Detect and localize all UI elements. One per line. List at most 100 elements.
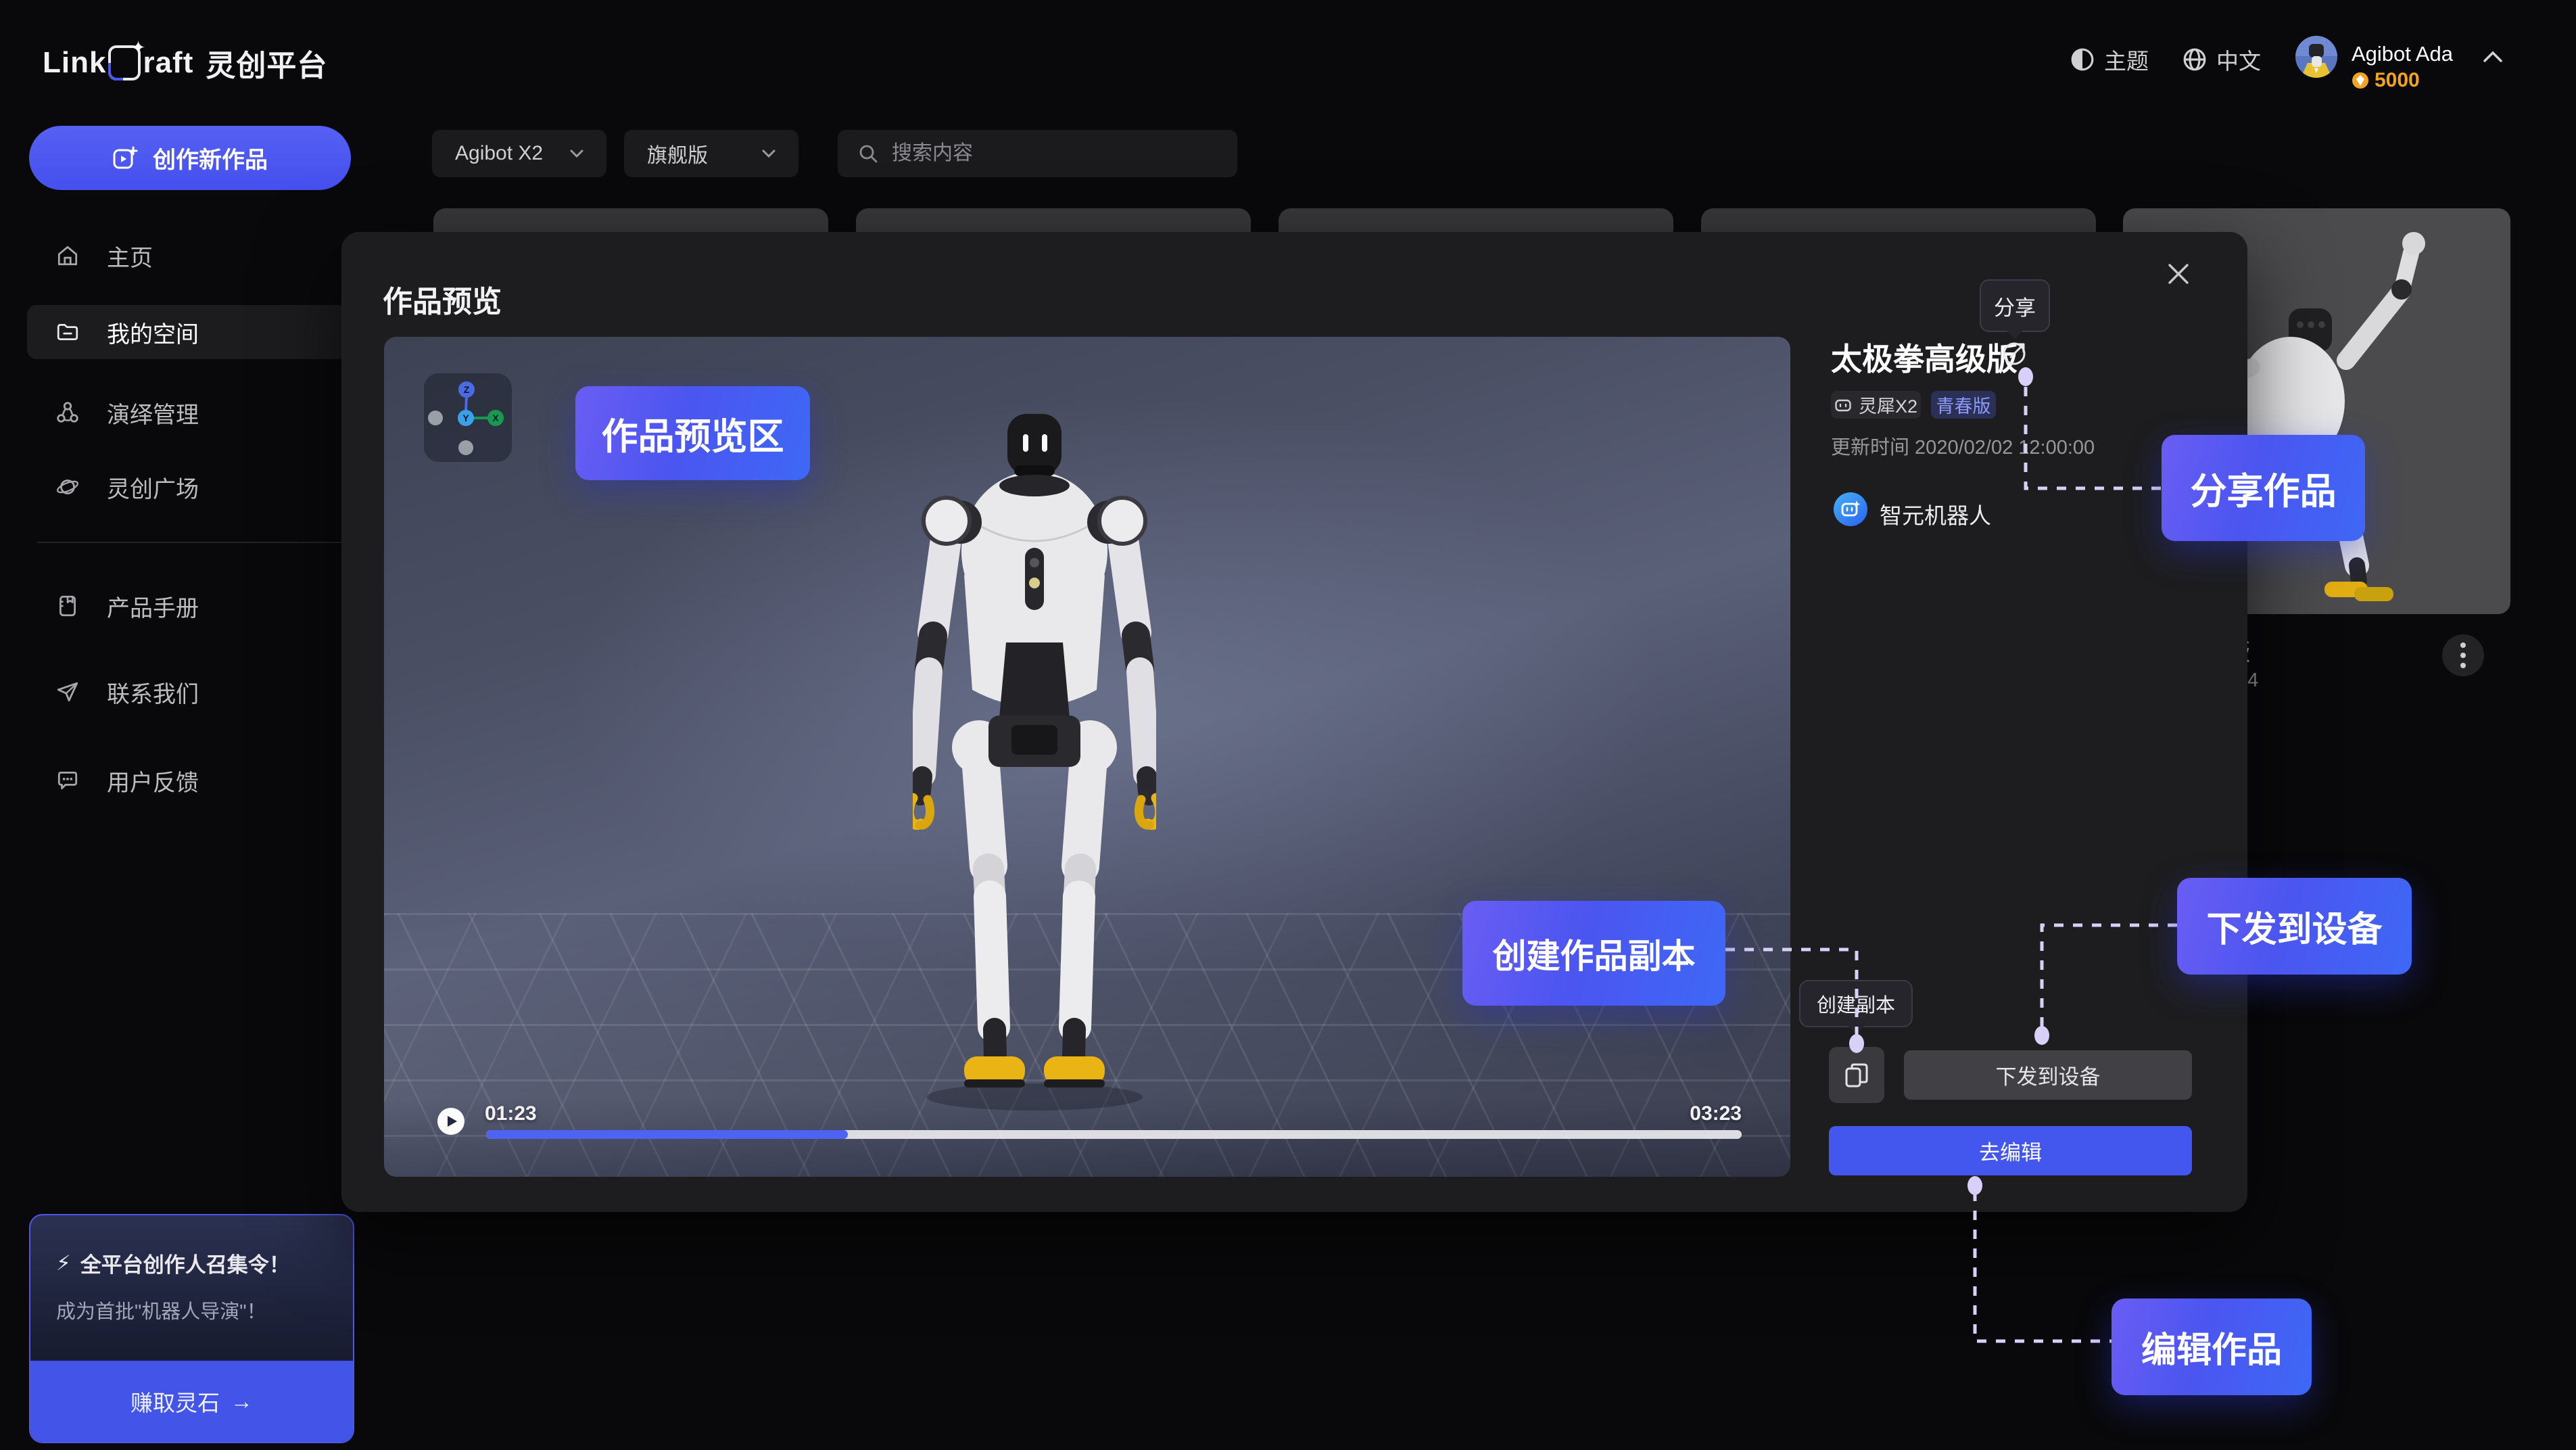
model-dropdown[interactable]: Agibot X2 xyxy=(432,130,606,177)
author-logo-icon xyxy=(1839,498,1862,521)
logo-text-link: Link xyxy=(43,46,106,80)
share-button[interactable] xyxy=(2001,338,2030,367)
coin-icon xyxy=(2352,72,2369,89)
chevron-up-icon[interactable] xyxy=(2483,50,2503,64)
create-new-work-button[interactable]: 创作新作品 xyxy=(29,126,351,190)
copy-icon xyxy=(1844,1062,1869,1089)
sidebar-item-plaza[interactable]: 灵创广场 xyxy=(27,460,348,514)
promo-subtitle: 成为首批"机器人导演"！ xyxy=(56,1296,353,1324)
sidebar-item-manual[interactable]: 产品手册 xyxy=(27,579,348,633)
author-name: 智元机器人 xyxy=(1880,498,1991,530)
avatar-robot-image xyxy=(2295,36,2337,78)
annotation-share-work: 分享作品 xyxy=(2162,435,2365,541)
promo-title: 全平台创作人召集令！ xyxy=(80,1248,290,1278)
promo-card: ⚡ 全平台创作人召集令！ 成为首批"机器人导演"！ 赚取灵石 → xyxy=(29,1214,354,1443)
create-copy-tooltip: 创建副本 xyxy=(1799,980,1913,1027)
chevron-down-icon xyxy=(570,149,583,158)
sidebar-item-contact[interactable]: 联系我们 xyxy=(27,665,348,719)
search-icon xyxy=(858,143,878,164)
create-video-icon xyxy=(112,145,138,171)
search-input[interactable] xyxy=(890,141,1191,166)
model-dropdown-value: Agibot X2 xyxy=(455,142,543,165)
chat-feedback-icon xyxy=(55,768,80,793)
robot-face-icon xyxy=(1834,396,1852,414)
svg-text:X: X xyxy=(492,413,499,423)
version-badge: 青春版 xyxy=(1931,391,1996,419)
earn-gems-label: 赚取灵石 xyxy=(130,1385,220,1418)
language-switch[interactable]: 中文 xyxy=(2183,45,2261,74)
go-edit-button[interactable]: 去编辑 xyxy=(1829,1126,2192,1175)
sidebar-item-my-space[interactable]: 我的空间 xyxy=(27,305,348,359)
user-avatar[interactable] xyxy=(2295,36,2337,78)
progress-fill xyxy=(486,1130,848,1139)
language-label: 中文 xyxy=(2216,43,2261,76)
nodes-icon xyxy=(55,400,80,425)
share-icon xyxy=(2001,338,2030,367)
axis-gizmo[interactable]: Z Y X xyxy=(424,373,512,462)
user-name: Agibot Ada xyxy=(2352,42,2453,66)
logo-robot-face-icon xyxy=(108,45,141,80)
credits-balance: 5000 xyxy=(2352,69,2420,92)
updated-time: 更新时间 2020/02/02 12:00:00 xyxy=(1831,431,2095,460)
sidebar-item-label: 演绎管理 xyxy=(107,396,199,429)
kebab-icon xyxy=(2460,641,2466,670)
annotation-preview-area: 作品预览区 xyxy=(575,386,810,480)
theme-toggle[interactable]: 主题 xyxy=(2070,45,2149,74)
app-logo: Link raft 灵创平台 xyxy=(43,39,327,87)
promo-title-row: ⚡ 全平台创作人召集令！ xyxy=(56,1248,353,1278)
deploy-to-device-button[interactable]: 下发到设备 xyxy=(1904,1050,2192,1100)
annotation-create-copy: 创建作品副本 xyxy=(1462,901,1725,1006)
sidebar-item-label: 用户反馈 xyxy=(107,764,199,797)
author-avatar[interactable] xyxy=(1834,492,1867,526)
current-time: 01:23 xyxy=(485,1102,537,1125)
deploy-button-label: 下发到设备 xyxy=(1996,1060,2101,1090)
sidebar-item-label: 我的空间 xyxy=(107,316,199,349)
play-icon xyxy=(447,1115,458,1127)
sidebar-divider xyxy=(37,542,348,543)
sidebar-item-label: 产品手册 xyxy=(107,590,199,623)
progress-bar[interactable] xyxy=(486,1130,1742,1139)
card-more-menu-button[interactable] xyxy=(2442,634,2484,676)
logo-text-cn: 灵创平台 xyxy=(206,41,327,85)
theme-contrast-icon xyxy=(2070,47,2095,72)
globe-icon xyxy=(2183,47,2207,72)
home-icon xyxy=(55,243,80,268)
total-time: 03:23 xyxy=(1661,1102,1742,1125)
model-badge-label: 灵犀X2 xyxy=(1859,392,1917,418)
model-badge: 灵犀X2 xyxy=(1831,391,1921,419)
sidebar-item-feedback[interactable]: 用户反馈 xyxy=(27,753,348,808)
planet-icon xyxy=(55,475,80,499)
search-field xyxy=(838,130,1237,177)
sidebar-item-label: 主页 xyxy=(107,239,153,273)
create-new-work-label: 创作新作品 xyxy=(153,141,268,174)
theme-label: 主题 xyxy=(2104,43,2149,76)
svg-text:Y: Y xyxy=(462,413,469,423)
create-copy-button[interactable] xyxy=(1829,1047,1884,1103)
sidebar-item-home[interactable]: 主页 xyxy=(27,229,348,283)
folder-icon xyxy=(55,320,80,344)
modal-close-button[interactable] xyxy=(2161,256,2196,291)
go-edit-label: 去编辑 xyxy=(1979,1136,2042,1166)
sidebar-item-label: 灵创广场 xyxy=(107,471,199,504)
play-button[interactable] xyxy=(437,1108,464,1135)
lightning-icon: ⚡ xyxy=(56,1251,71,1276)
logo-text-raft: raft xyxy=(143,46,193,80)
robot-model xyxy=(913,406,1156,1123)
version-dropdown-value: 旗舰版 xyxy=(647,139,708,168)
close-icon xyxy=(2166,262,2191,286)
axis-gizmo-icon: Z Y X xyxy=(424,373,512,462)
earn-gems-button[interactable]: 赚取灵石 → xyxy=(30,1361,353,1442)
annotation-deploy-device: 下发到设备 xyxy=(2177,878,2412,975)
credits-amount: 5000 xyxy=(2375,69,2420,92)
svg-text:Z: Z xyxy=(464,384,470,395)
book-icon xyxy=(55,594,80,618)
chevron-down-icon xyxy=(762,149,776,158)
sidebar-item-performance[interactable]: 演绎管理 xyxy=(27,385,348,440)
work-title: 太极拳高级版 xyxy=(1831,335,2018,379)
arrow-right-icon: → xyxy=(231,1388,253,1414)
paper-plane-icon xyxy=(55,680,80,704)
modal-title: 作品预览 xyxy=(383,277,502,321)
annotation-edit-work: 编辑作品 xyxy=(2112,1299,2312,1395)
share-tooltip: 分享 xyxy=(1980,279,2050,332)
version-dropdown[interactable]: 旗舰版 xyxy=(624,130,798,177)
